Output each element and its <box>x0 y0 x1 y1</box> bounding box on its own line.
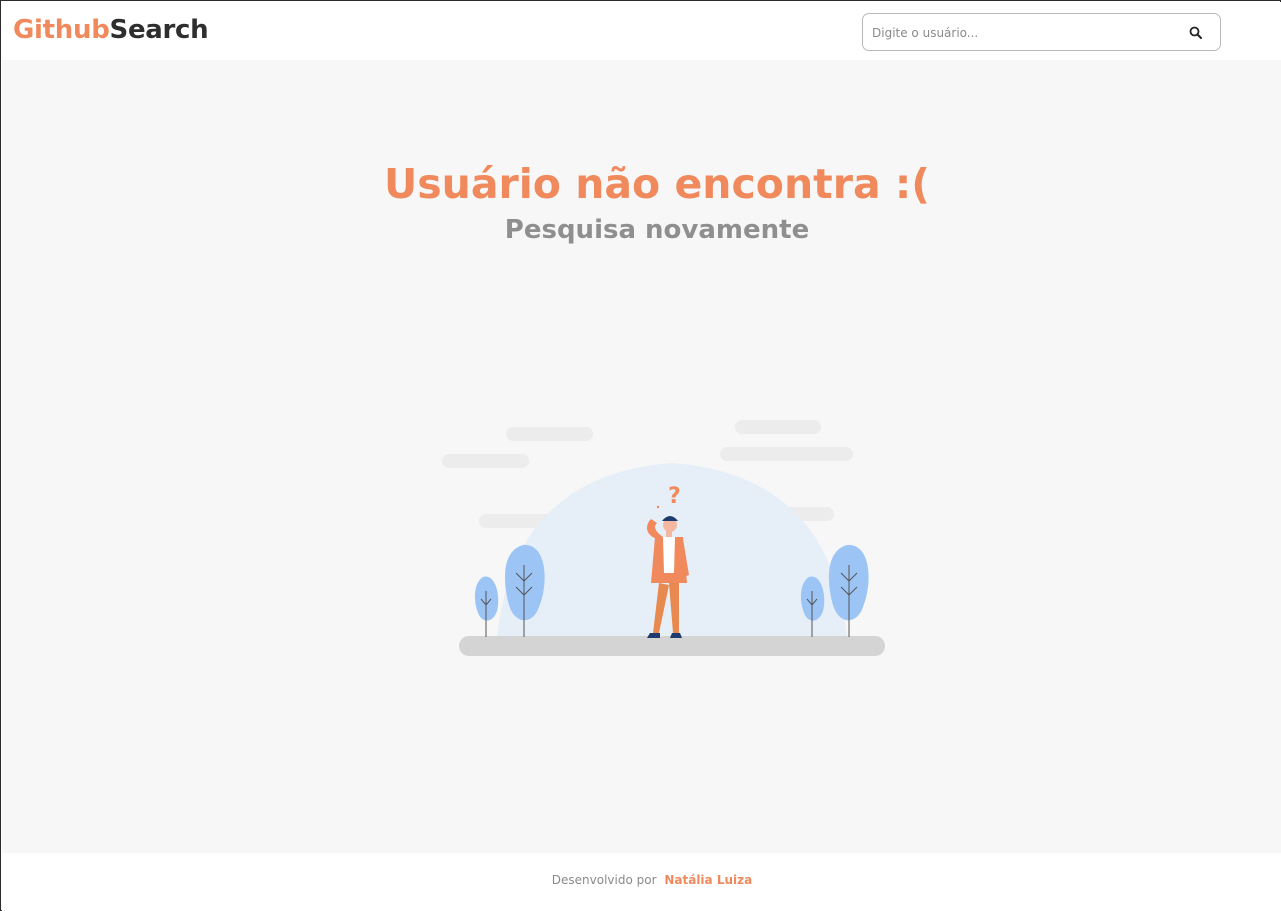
footer: Desenvolvido por Natália Luiza <box>2 853 1281 911</box>
search-box <box>862 13 1221 51</box>
footer-credit: Desenvolvido por Natália Luiza <box>2 873 1281 887</box>
question-mark-icon: ? <box>668 484 681 509</box>
top-bar: GithubSearch <box>2 2 1281 60</box>
app-window: GithubSearch Usuário não encontra :( Pes… <box>0 0 1281 911</box>
logo[interactable]: GithubSearch <box>13 15 209 45</box>
search-again-subtitle: Pesquisa novamente <box>504 215 810 245</box>
not-found-illustration: ? <box>437 415 897 660</box>
search-icon[interactable] <box>1188 25 1204 41</box>
footer-prefix: Desenvolvido por <box>551 873 657 887</box>
logo-github: Github <box>13 15 110 45</box>
main-content: Usuário não encontra :( Pesquisa novamen… <box>2 60 1281 853</box>
logo-search: Search <box>109 15 209 45</box>
author-link[interactable]: Natália Luiza <box>664 873 752 887</box>
search-input[interactable] <box>872 23 1172 43</box>
not-found-title: Usuário não encontra :( <box>383 160 931 208</box>
